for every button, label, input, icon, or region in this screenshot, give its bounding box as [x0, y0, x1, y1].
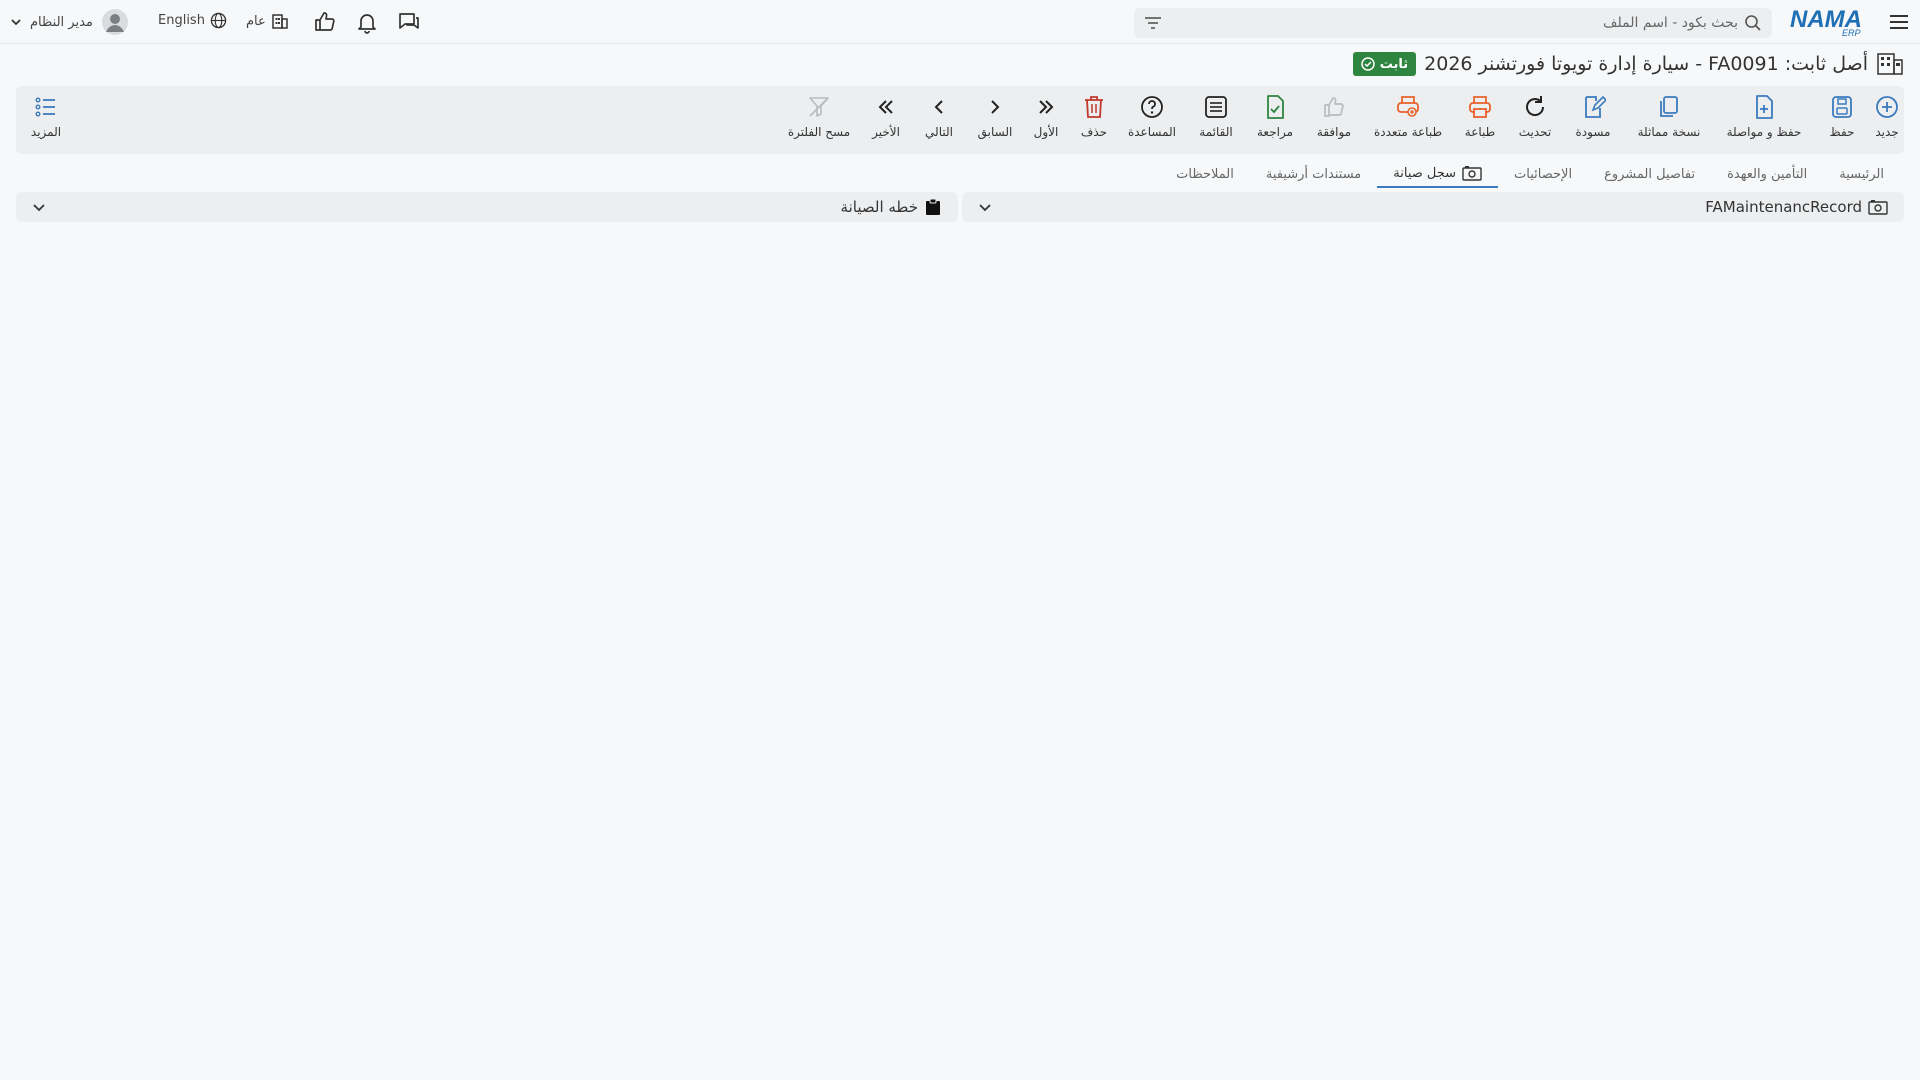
save-button[interactable]: حفظ [1824, 94, 1860, 150]
review-button[interactable]: مراجعة [1252, 94, 1298, 150]
language-label: English [158, 13, 205, 28]
status-badge: ثابت [1352, 52, 1417, 76]
globe-icon [210, 12, 227, 29]
save-icon [1832, 96, 1852, 118]
clipboard-icon [926, 198, 940, 215]
chevron-right-icon [991, 100, 1000, 114]
branch-selector[interactable]: عام [246, 12, 289, 30]
record-tabs: الرئيسية التأمين والعهدة تفاصيل المشروع … [1160, 160, 1900, 188]
thumbs-up-icon[interactable] [313, 10, 337, 34]
panel-title-label: خطه الصيانة [840, 198, 918, 216]
save-and-continue-button[interactable]: حفظ و مواصلة [1718, 94, 1810, 150]
maintenance-record-panel-header[interactable]: FAMaintenancRecord [962, 192, 1904, 222]
svg-text:ERP: ERP [1842, 28, 1861, 37]
chevrons-double-left-icon [878, 100, 893, 114]
copy-icon [1660, 96, 1678, 117]
list-button[interactable]: القائمة [1194, 94, 1238, 150]
multi-print-button[interactable]: طباعة متعددة [1370, 94, 1446, 150]
more-button[interactable]: المزيد [28, 94, 64, 150]
chevron-down-icon [11, 19, 21, 26]
help-button[interactable]: المساعدة [1126, 94, 1178, 150]
edit-document-icon [1585, 95, 1606, 118]
user-menu[interactable]: مدير النظام [10, 7, 129, 37]
first-record-button[interactable]: الأول [1030, 94, 1062, 150]
panel-title: FAMaintenancRecord [1705, 198, 1888, 216]
bell-icon[interactable] [355, 10, 379, 34]
language-switcher[interactable]: English [158, 12, 227, 29]
delete-button[interactable]: حذف [1078, 94, 1110, 150]
fixed-asset-icon [1877, 53, 1903, 75]
print-button[interactable]: طباعة [1460, 94, 1500, 150]
file-plus-icon [1756, 95, 1773, 119]
approve-button[interactable]: موافقة [1310, 94, 1358, 150]
list-icon [1205, 96, 1227, 118]
chevrons-double-right-icon [1039, 100, 1054, 114]
check-circle-icon [1360, 57, 1375, 71]
refresh-button[interactable]: تحديث [1514, 94, 1556, 150]
avatar-icon [101, 9, 128, 35]
thumbs-up-icon [1324, 97, 1344, 117]
chevron-down-icon[interactable] [978, 200, 992, 214]
user-name: مدير النظام [30, 14, 93, 30]
refresh-icon [1526, 96, 1545, 116]
last-record-button[interactable]: الأخير [868, 94, 904, 150]
list-bullets-icon [35, 97, 55, 117]
page-title: أصل ثابت: FA0091 - سيارة إدارة تويوتا فو… [1424, 53, 1868, 75]
nama-erp-logo[interactable]: NAMA ERP [1788, 5, 1872, 37]
tab-archive-documents[interactable]: مستندات أرشيفية [1250, 160, 1377, 188]
tab-insurance-custody[interactable]: التأمين والعهدة [1711, 160, 1823, 188]
clear-filter-icon [809, 97, 829, 117]
top-bar: NAMA ERP عام English مدير النظام [0, 0, 1920, 44]
multi-printer-icon [1397, 96, 1419, 117]
duplicate-button[interactable]: نسخة مماثلة [1630, 94, 1708, 150]
tab-project-details[interactable]: تفاصيل المشروع [1588, 160, 1711, 188]
camera-icon [1868, 200, 1888, 215]
tab-notes[interactable]: الملاحظات [1160, 160, 1250, 188]
panel-title: خطه الصيانة [841, 198, 942, 216]
branch-label: عام [246, 13, 266, 29]
draft-button[interactable]: مسودة [1570, 94, 1616, 150]
file-check-icon [1267, 95, 1284, 119]
previous-record-button[interactable]: السابق [974, 94, 1016, 150]
next-record-button[interactable]: التالي [920, 94, 958, 150]
maintenance-plan-panel-header[interactable]: خطه الصيانة [16, 192, 958, 222]
global-search [1134, 8, 1772, 38]
filter-icon[interactable] [1144, 15, 1162, 31]
hamburger-menu-icon[interactable] [1888, 11, 1910, 33]
tab-main[interactable]: الرئيسية [1823, 160, 1900, 188]
tab-maintenance-record[interactable]: سجل صيانة [1377, 160, 1499, 188]
trash-icon [1085, 96, 1103, 118]
status-label: ثابت [1379, 56, 1409, 72]
search-icon[interactable] [1744, 14, 1762, 32]
new-button[interactable]: جديد [1872, 94, 1902, 150]
panel-title-label: FAMaintenancRecord [1705, 198, 1862, 216]
printer-icon [1469, 96, 1491, 118]
search-input[interactable] [1198, 8, 1738, 38]
chevron-down-icon[interactable] [32, 200, 46, 214]
building-icon [272, 14, 288, 29]
plus-circle-icon [1876, 96, 1898, 118]
action-toolbar: جديد حفظ حفظ و مواصلة نسخة مماثلة مسودة … [16, 86, 1904, 154]
chevron-left-icon [934, 100, 943, 114]
clear-filter-button[interactable]: مسح الفلترة [788, 94, 850, 150]
chat-icon[interactable] [397, 10, 421, 34]
help-icon [1141, 96, 1163, 118]
tab-statistics[interactable]: الإحصائيات [1498, 160, 1588, 188]
record-title-row: أصل ثابت: FA0091 - سيارة إدارة تويوتا فو… [1352, 50, 1904, 78]
camera-icon [1462, 166, 1482, 181]
